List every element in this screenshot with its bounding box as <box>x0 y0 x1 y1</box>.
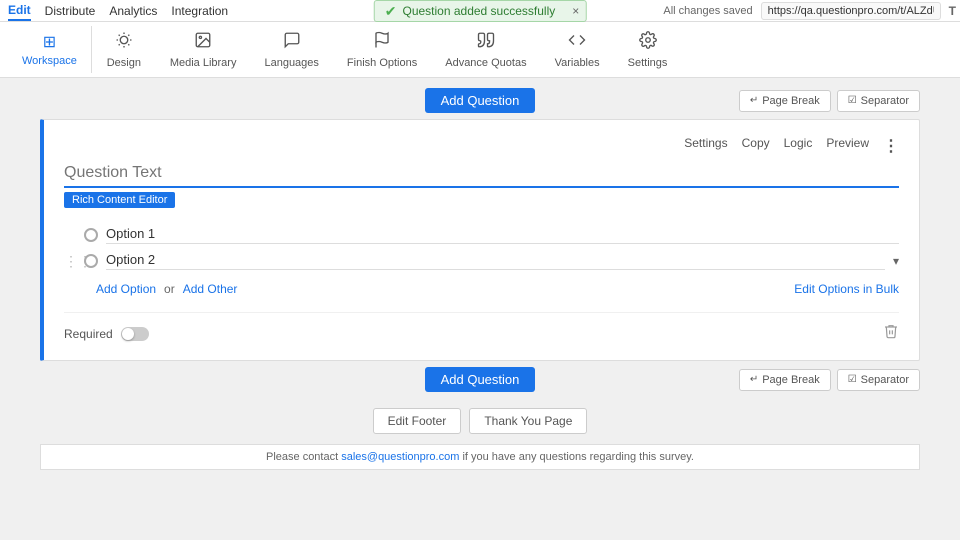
toolbar-variables[interactable]: Variables <box>541 25 614 75</box>
add-option-or: or <box>164 282 175 296</box>
finish-options-label: Finish Options <box>347 57 417 69</box>
edit-footer-btn[interactable]: Edit Footer <box>373 408 462 434</box>
footer-actions: Edit Footer Thank You Page <box>40 408 920 434</box>
separator-check-icon: ☑ <box>848 95 857 106</box>
media-library-label: Media Library <box>170 57 237 69</box>
page-break-button-top[interactable]: ↵ Page Break <box>739 90 831 112</box>
bottom-page-actions: ↵ Page Break ☑ Separator <box>627 369 920 391</box>
finish-options-icon <box>373 31 391 54</box>
nav-analytics[interactable]: Analytics <box>109 2 157 20</box>
tab-indicator: T <box>949 4 956 18</box>
variables-label: Variables <box>555 57 600 69</box>
required-toggle[interactable] <box>121 327 149 341</box>
edit-options-bulk[interactable]: Edit Options in Bulk <box>794 282 899 296</box>
survey-url-input[interactable] <box>761 2 941 20</box>
success-check-icon: ✔ <box>385 3 397 20</box>
q-preview-btn[interactable]: Preview <box>826 136 869 156</box>
separator-bottom-check-icon: ☑ <box>848 374 857 385</box>
question-card: Settings Copy Logic Preview ⋮ Rich Conte… <box>40 119 920 361</box>
nav-integration[interactable]: Integration <box>171 2 228 20</box>
toolbar-languages[interactable]: Languages <box>250 25 332 75</box>
contact-email[interactable]: sales@questionpro.com <box>341 451 459 463</box>
q-logic-btn[interactable]: Logic <box>784 136 813 156</box>
main-content: Add Question ↵ Page Break ☑ Separator Se… <box>0 78 960 540</box>
workspace-icon: ⊞ <box>43 32 56 52</box>
languages-label: Languages <box>264 57 318 69</box>
page-break-button-bottom[interactable]: ↵ Page Break <box>739 369 831 391</box>
close-icon[interactable]: × <box>572 4 579 18</box>
toolbar-design[interactable]: Design <box>92 25 156 75</box>
workspace-label: Workspace <box>22 55 77 67</box>
settings-label: Settings <box>628 57 668 69</box>
option-2-drag-handle[interactable]: ⋮⋮ <box>64 253 76 270</box>
nav-edit[interactable]: Edit <box>8 1 31 21</box>
page-break-label-top: Page Break <box>762 95 819 107</box>
question-text-input[interactable] <box>64 164 899 188</box>
option-2-text[interactable] <box>106 252 885 270</box>
top-page-actions: ↵ Page Break ☑ Separator <box>627 90 920 112</box>
add-option-link[interactable]: Add Option <box>96 282 156 296</box>
option-2-radio[interactable] <box>84 254 98 268</box>
settings-icon <box>639 31 657 54</box>
advance-quotas-icon <box>477 31 495 54</box>
option-2-dropdown-arrow[interactable]: ▾ <box>893 254 899 268</box>
bottom-add-question-row: Add Question ↵ Page Break ☑ Separator <box>40 367 920 392</box>
question-toolbar: Settings Copy Logic Preview ⋮ <box>64 136 899 156</box>
option-row-1: ⋮⋮ <box>64 222 899 248</box>
toolbar-media-library[interactable]: Media Library <box>156 25 251 75</box>
rich-content-editor-btn[interactable]: Rich Content Editor <box>64 192 175 208</box>
all-changes-saved: All changes saved <box>663 5 752 17</box>
add-question-button-top[interactable]: Add Question <box>425 88 536 113</box>
q-copy-btn[interactable]: Copy <box>742 136 770 156</box>
q-more-btn[interactable]: ⋮ <box>883 136 899 156</box>
success-banner: ✔ Question added successfully × <box>374 0 587 22</box>
separator-button-bottom[interactable]: ☑ Separator <box>837 369 920 391</box>
top-add-question-row: Add Question ↵ Page Break ☑ Separator <box>40 88 920 113</box>
languages-icon <box>283 31 301 54</box>
media-library-icon <box>194 31 212 54</box>
contact-bar: Please contact sales@questionpro.com if … <box>40 444 920 470</box>
page-break-icon: ↵ <box>750 95 758 106</box>
q-settings-btn[interactable]: Settings <box>684 136 727 156</box>
required-row: Required <box>64 312 899 344</box>
contact-prefix: Please contact <box>266 451 341 463</box>
design-label: Design <box>107 57 141 69</box>
toolbar: ⊞ Workspace Design Media Library Languag… <box>0 22 960 78</box>
toolbar-workspace[interactable]: ⊞ Workspace <box>8 26 92 73</box>
separator-button-top[interactable]: ☑ Separator <box>837 90 920 112</box>
options-list: ⋮⋮ ⋮⋮ ▾ <box>64 222 899 274</box>
page-break-label-bottom: Page Break <box>762 374 819 386</box>
option-row-2: ⋮⋮ ▾ <box>64 248 899 274</box>
option-1-text[interactable] <box>106 226 899 244</box>
toggle-knob <box>122 328 134 340</box>
add-option-row: Add Option or Add Other Edit Options in … <box>96 282 899 296</box>
separator-label-bottom: Separator <box>861 374 909 386</box>
design-icon <box>115 31 133 54</box>
contact-suffix: if you have any questions regarding this… <box>459 451 694 463</box>
toolbar-advance-quotas[interactable]: Advance Quotas <box>431 25 540 75</box>
advance-quotas-label: Advance Quotas <box>445 57 526 69</box>
toolbar-finish-options[interactable]: Finish Options <box>333 25 431 75</box>
required-label: Required <box>64 327 113 341</box>
delete-question-btn[interactable] <box>883 323 899 344</box>
url-bar-area: All changes saved T <box>663 0 960 22</box>
separator-label-top: Separator <box>861 95 909 107</box>
add-question-button-bottom[interactable]: Add Question <box>425 367 536 392</box>
variables-icon <box>568 31 586 54</box>
add-other-link[interactable]: Add Other <box>183 282 238 296</box>
toolbar-settings[interactable]: Settings <box>614 25 682 75</box>
page-break-bottom-icon: ↵ <box>750 374 758 385</box>
nav-distribute[interactable]: Distribute <box>45 2 96 20</box>
success-text: Question added successfully <box>402 4 555 18</box>
thank-you-page-btn[interactable]: Thank You Page <box>469 408 587 434</box>
